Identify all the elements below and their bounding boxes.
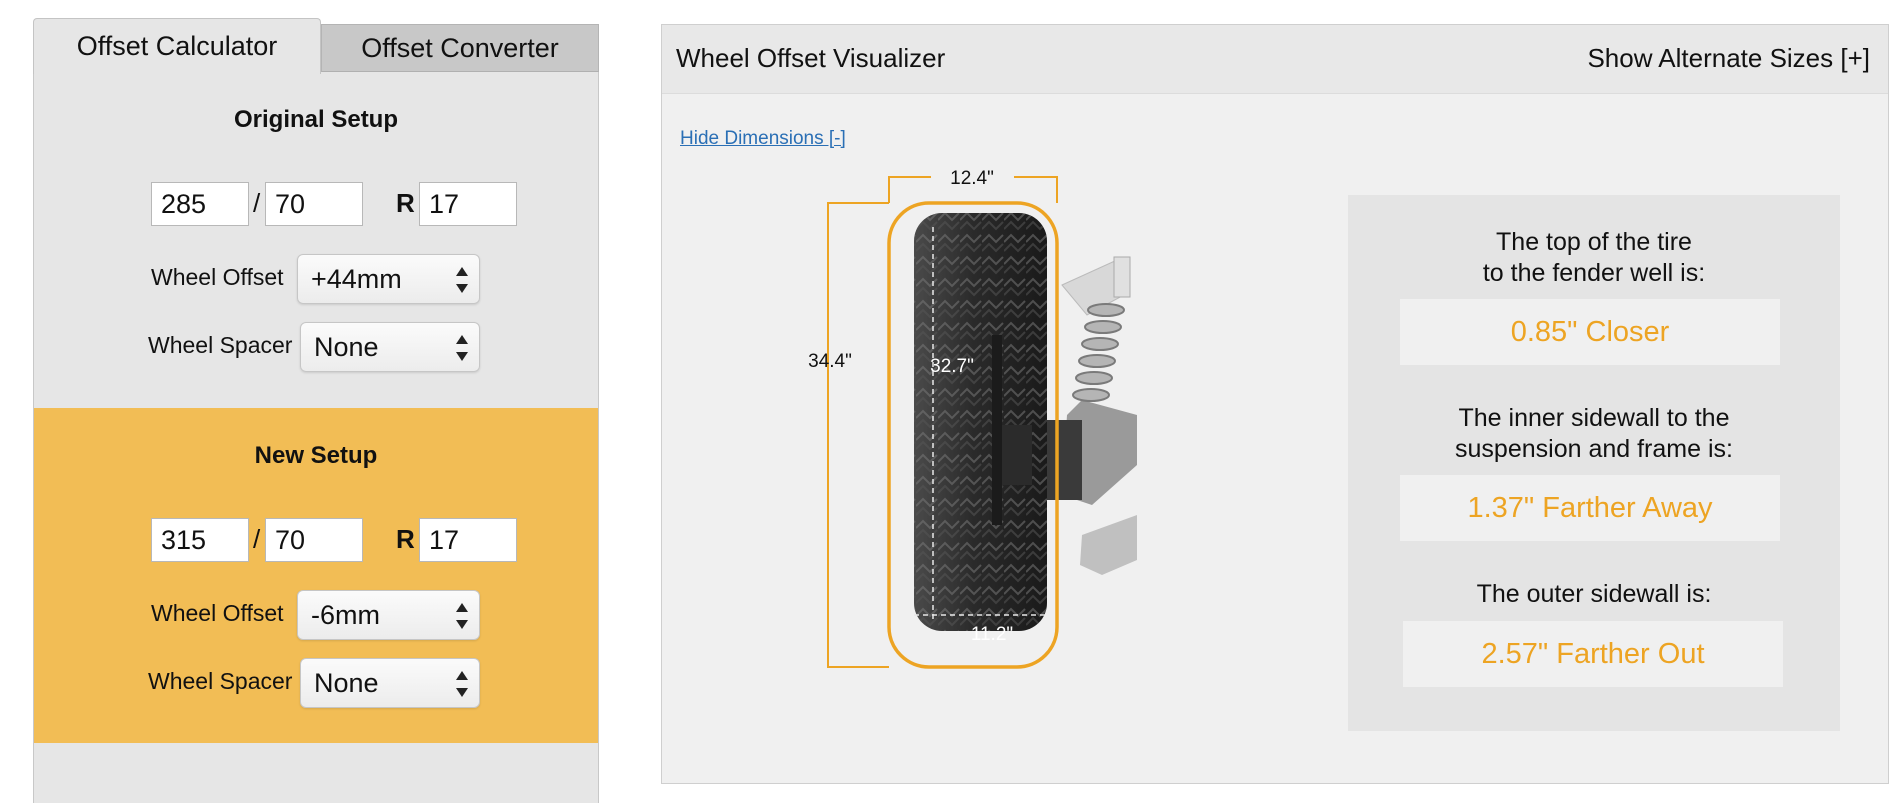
original-aspect-ratio-input[interactable] [265, 182, 363, 226]
new-aspect-ratio-input[interactable] [265, 518, 363, 562]
original-tire-shape [914, 213, 1047, 631]
original-height-label: 32.7" [930, 356, 974, 377]
tab-offset-calculator[interactable]: Offset Calculator [33, 18, 321, 74]
tab-offset-converter[interactable]: Offset Converter [321, 24, 599, 72]
tire-illustration: 12.4" 34.4" 32.7" 11.2" [808, 168, 1137, 669]
tire-size-r: R [396, 188, 415, 218]
new-rim-diameter-input[interactable] [419, 518, 517, 562]
new-wheel-offset-select[interactable]: -6mm [297, 590, 480, 640]
offset-calculator-panel: Offset Calculator Offset Converter Origi… [33, 18, 599, 803]
tire-size-slash: / [253, 524, 261, 554]
original-setup-section: Original Setup / R Wheel Offset +44mm Wh… [33, 72, 599, 408]
select-arrows-icon [455, 603, 469, 629]
result-value-inner-sidewall: 1.37" Farther Away [1400, 475, 1780, 541]
original-wheel-offset-value: +44mm [311, 263, 402, 294]
original-tire-width-input[interactable] [151, 182, 249, 226]
tab-bar: Offset Calculator Offset Converter [33, 18, 599, 74]
visualizer-title: Wheel Offset Visualizer [676, 43, 946, 73]
result-label-line: to the fender well is: [1482, 259, 1706, 287]
new-setup-title: New Setup [254, 442, 378, 469]
new-wheel-offset-value: -6mm [311, 599, 380, 630]
result-label-line: The inner sidewall to the [1458, 404, 1730, 432]
tire-diagram: 12.4" 34.4" 32.7" 11.2" [762, 165, 1182, 725]
original-wheel-spacer-value: None [314, 331, 379, 362]
result-value-fender: 0.85" Closer [1400, 299, 1780, 365]
show-alternate-sizes-toggle[interactable]: Show Alternate Sizes [+] [1587, 43, 1870, 74]
offset-results-panel: The top of the tire to the fender well i… [1348, 195, 1840, 731]
overall-height-label: 34.4" [808, 351, 852, 372]
new-tire-width-input[interactable] [151, 518, 249, 562]
new-wheel-spacer-value: None [314, 667, 379, 698]
visualizer-header: Wheel Offset Visualizer Show Alternate S… [662, 25, 1888, 94]
new-setup-section: New Setup / R Wheel Offset -6mm Wheel Sp… [33, 408, 599, 743]
result-label-line: The outer sidewall is: [1476, 580, 1712, 608]
tire-size-r: R [396, 524, 415, 554]
original-wheel-spacer-select[interactable]: None [300, 322, 480, 372]
new-wheel-spacer-select[interactable]: None [300, 658, 480, 708]
tire-size-slash: / [253, 188, 261, 218]
result-value-outer-sidewall: 2.57" Farther Out [1403, 621, 1783, 687]
original-wheel-offset-select[interactable]: +44mm [297, 254, 480, 304]
calculator-footer [33, 743, 599, 803]
original-wheel-offset-label: Wheel Offset [151, 264, 284, 290]
original-width-label: 11.2" [971, 624, 1013, 645]
wheel-offset-visualizer: Wheel Offset Visualizer Show Alternate S… [661, 24, 1889, 784]
result-label-line: The top of the tire [1496, 228, 1692, 256]
new-wheel-offset-label: Wheel Offset [151, 600, 284, 626]
result-label-inner-sidewall: The inner sidewall to the suspension and… [1348, 403, 1840, 465]
result-label-line: suspension and frame is: [1455, 435, 1733, 463]
select-arrows-icon [455, 267, 469, 293]
new-wheel-spacer-label: Wheel Spacer [148, 668, 293, 694]
overall-width-label: 12.4" [950, 168, 994, 189]
result-label-outer-sidewall: The outer sidewall is: [1348, 579, 1840, 610]
result-label-fender: The top of the tire to the fender well i… [1348, 227, 1840, 289]
original-setup-title: Original Setup [233, 106, 398, 133]
select-arrows-icon [455, 671, 469, 697]
original-wheel-spacer-label: Wheel Spacer [148, 332, 293, 358]
hide-dimensions-link[interactable]: Hide Dimensions [-] [680, 128, 846, 150]
original-rim-diameter-input[interactable] [419, 182, 517, 226]
select-arrows-icon [455, 335, 469, 361]
